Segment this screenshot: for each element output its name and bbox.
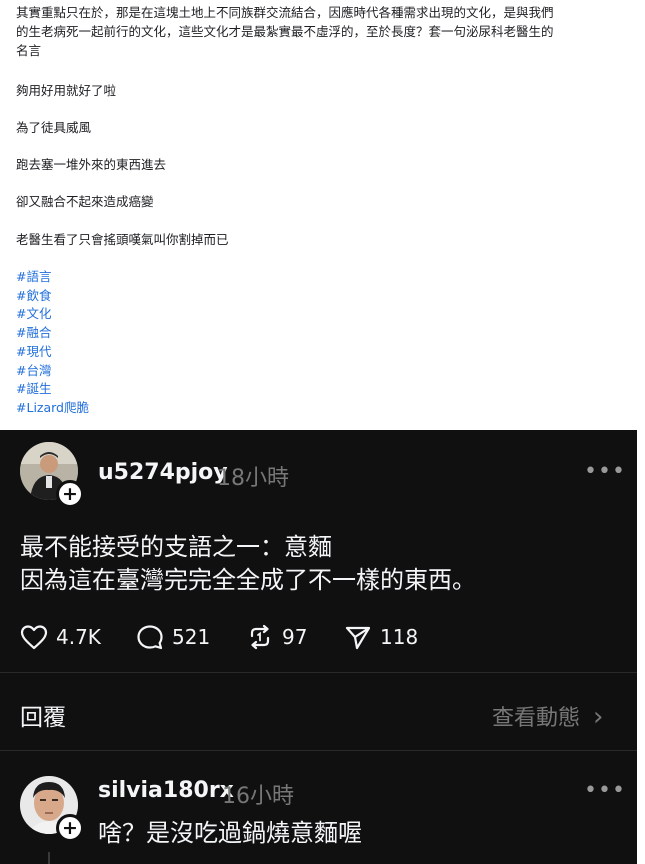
- post-time: 18小時: [217, 466, 289, 491]
- hashtag-link[interactable]: #Lizard爬脆: [16, 399, 89, 417]
- hashtag-link[interactable]: #現代: [16, 343, 51, 361]
- heart-icon: [20, 625, 48, 650]
- post-paragraph: 夠用好用就好了啦: [16, 83, 117, 98]
- hashtag-link[interactable]: #融合: [16, 324, 51, 342]
- hashtag-link[interactable]: #文化: [16, 305, 51, 323]
- hashtag-link[interactable]: #飲食: [16, 287, 51, 305]
- like-count: 4.7K: [56, 625, 101, 649]
- share-count: 118: [380, 625, 419, 649]
- post-paragraph: 名言: [16, 43, 42, 58]
- send-icon: [345, 626, 371, 650]
- reply-text: 啥？是沒吃過鍋燒意麵喔: [98, 819, 362, 847]
- post-paragraph: 為了徒具威風: [16, 120, 92, 135]
- username[interactable]: u5274pjoy: [98, 460, 228, 485]
- follow-plus-icon[interactable]: +: [56, 480, 84, 508]
- post-paragraph: 老醫生看了只會搖頭嘆氣叫你割掉而已: [16, 232, 229, 247]
- more-options-icon[interactable]: •••: [584, 778, 626, 803]
- divider: [0, 672, 637, 673]
- view-activity-label: 查看動態: [492, 706, 581, 731]
- hashtag-link[interactable]: #語言: [16, 268, 51, 286]
- hashtag-link[interactable]: #誕生: [16, 380, 51, 398]
- follow-plus-icon[interactable]: +: [56, 814, 84, 842]
- chevron-right-icon: ›: [593, 702, 604, 732]
- username[interactable]: silvia180rx: [98, 778, 234, 803]
- post-text-line: 因為這在臺灣完完全全成了不一樣的東西。: [20, 566, 476, 594]
- like-button[interactable]: 4.7K: [20, 624, 101, 650]
- facebook-post-body: 其實重點只在於，那是在這塊土地上不同族群交流結合，因應時代各種需求出現的文化，是…: [0, 0, 637, 430]
- share-button[interactable]: 118: [344, 624, 418, 650]
- post-paragraph: 的生老病死一起前行的文化，這些文化才是最紮實最不虛浮的，至於長度？套一句泌尿科老…: [16, 24, 554, 39]
- repost-count: 97: [282, 625, 308, 649]
- comment-count: 521: [172, 625, 211, 649]
- more-options-icon[interactable]: •••: [584, 459, 626, 484]
- comment-bubble-icon: [137, 625, 163, 650]
- post-text-line: 最不能接受的支語之一：意麵: [20, 533, 332, 561]
- post-paragraph: 跑去塞一堆外來的東西進去: [16, 157, 167, 172]
- divider: [0, 750, 637, 751]
- view-activity-link[interactable]: 查看動態 ›: [492, 700, 603, 732]
- reply-time: 16小時: [222, 784, 294, 809]
- comment-button[interactable]: 521: [136, 624, 210, 650]
- page-edge: [637, 0, 645, 864]
- post-paragraph: 其實重點只在於，那是在這塊土地上不同族群交流結合，因應時代各種需求出現的文化，是…: [16, 5, 554, 20]
- thread-connector-line: [48, 852, 50, 864]
- repost-icon: [250, 624, 270, 650]
- repost-button[interactable]: 97: [246, 624, 307, 650]
- replies-heading: 回覆: [20, 705, 66, 731]
- post-paragraph: 卻又融合不起來造成癌變: [16, 194, 154, 209]
- hashtag-link[interactable]: #台灣: [16, 362, 51, 380]
